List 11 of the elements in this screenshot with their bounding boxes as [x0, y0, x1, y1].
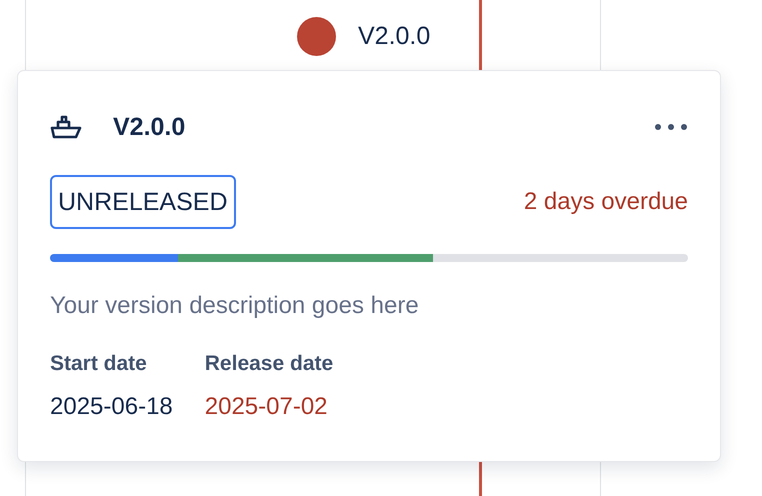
version-description: Your version description goes here: [50, 292, 420, 320]
status-badge: UNRELEASED: [50, 175, 236, 229]
date-value: 2025-06-18: [50, 393, 173, 421]
ship-icon: [50, 115, 82, 139]
date-value: 2025-07-02: [204, 393, 329, 421]
overdue-text: 2 days overdue: [524, 188, 688, 216]
more-icon[interactable]: [654, 123, 688, 131]
version-label: V2.0.0: [358, 22, 430, 51]
date-label: Release date: [204, 352, 334, 376]
date-label: Start date: [50, 352, 148, 376]
version-title: V2.0.0: [113, 112, 186, 142]
